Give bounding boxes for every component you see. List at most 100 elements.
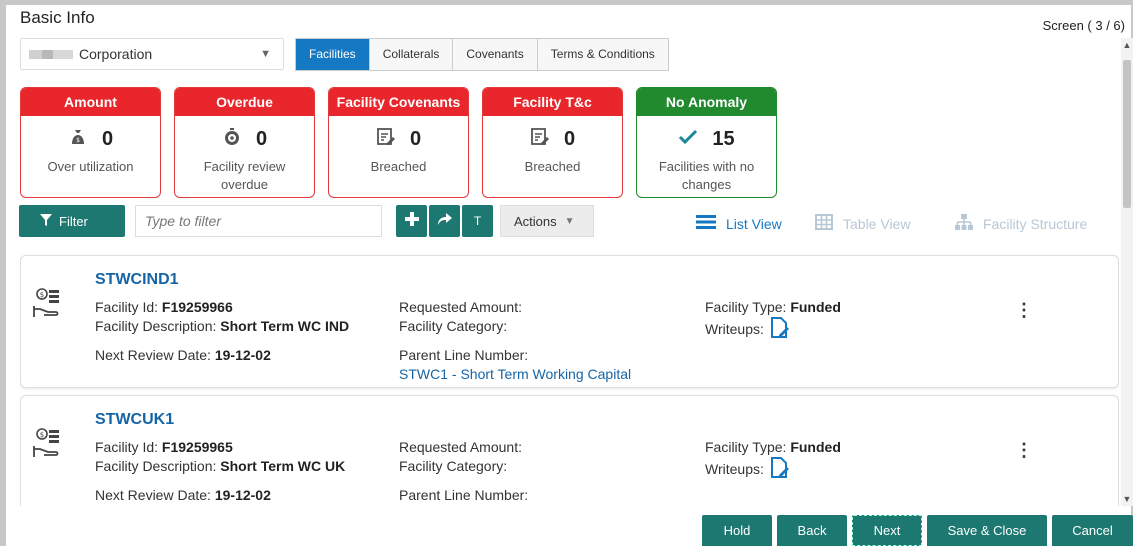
card-covenants-subtitle: Breached [370,159,427,174]
add-button[interactable] [396,205,427,237]
filter-input[interactable] [135,205,382,237]
actions-dropdown[interactable]: Actions ▼ [500,205,594,237]
window-top-border [0,0,1133,5]
card-overdue-count: 0 [255,127,268,150]
tab-bar: Facilities Collaterals Covenants Terms &… [295,38,669,71]
facility-type-label: Facility Type: [705,299,787,315]
facility-id-label: Facility Id: [95,299,159,315]
card-no-anomaly[interactable]: No Anomaly 15 Facilities with no changes [636,87,777,198]
writeups-label: Writeups: [705,321,764,338]
facility-type-value: Funded [790,299,841,315]
cancel-button[interactable]: Cancel [1052,515,1133,546]
facility-structure-label: Facility Structure [983,215,1088,232]
card-covenants-title: Facility Covenants [329,88,468,116]
check-icon [678,128,698,151]
hierarchy-icon [955,214,973,233]
requested-amount-label: Requested Amount: [399,439,522,455]
list-view-label: List View [726,215,782,232]
table-grid-icon [815,214,833,233]
facility-id-label: Facility Id: [95,439,159,455]
card-overdue[interactable]: Overdue 0 Facility review overdue [174,87,315,198]
facility-structure-toggle[interactable]: Facility Structure [955,214,1087,233]
facility-list: $ STWCIND1 Facility Id: F19259966 Facili… [20,252,1119,506]
table-view-toggle[interactable]: Table View [815,214,910,233]
money-hand-icon: $ [32,427,62,467]
plus-icon [404,210,420,233]
document-edit-icon [376,127,396,152]
card-amount-count: 0 [101,127,114,150]
scrollbar-thumb[interactable] [1123,60,1131,208]
card-amount-title: Amount [21,88,160,116]
writeup-edit-icon[interactable] [770,457,790,484]
stopwatch-icon [222,127,242,152]
card-amount[interactable]: Amount $ 0 Over utilization [20,87,161,198]
facility-desc-value: Short Term WC UK [220,458,346,474]
svg-text:$: $ [76,137,80,144]
scroll-down-icon[interactable]: ▼ [1121,494,1133,504]
funnel-icon [39,213,53,230]
facility-id-value: F19259965 [161,439,233,455]
party-select-value: Corporation [79,46,153,62]
parent-line-label: Parent Line Number: [399,347,529,363]
card-no-anomaly-count: 15 [712,127,735,150]
card-overdue-title: Overdue [175,88,314,116]
review-date-value: 19-12-02 [214,347,271,363]
share-arrow-icon [437,210,453,233]
facility-card[interactable]: $ STWCUK1 Facility Id: F19259965 Facilit… [20,395,1119,506]
card-no-anomaly-title: No Anomaly [637,88,776,116]
money-bag-icon: $ [68,127,88,152]
window-left-border [0,0,6,546]
parent-line-link[interactable]: STWC1 - Short Term Working Capital [399,365,631,384]
svg-text:$: $ [40,291,44,299]
facility-desc-label: Facility Description: [95,458,217,474]
redacted-name [29,49,73,59]
requested-amount-label: Requested Amount: [399,299,522,315]
card-facility-tc[interactable]: Facility T&c 0 Breached [482,87,623,198]
facility-category-label: Facility Category: [399,458,508,474]
table-view-label: Table View [843,215,911,232]
save-close-button[interactable]: Save & Close [927,515,1047,546]
t-button[interactable]: T [462,205,493,237]
list-icon [696,214,716,233]
facility-type-value: Funded [790,439,841,455]
filter-button[interactable]: Filter [19,205,125,237]
hold-button[interactable]: Hold [702,515,772,546]
writeup-edit-icon[interactable] [770,317,790,344]
facility-name[interactable]: STWCUK1 [95,411,174,429]
next-button[interactable]: Next [852,515,922,546]
card-amount-subtitle: Over utilization [47,159,134,174]
card-tc-subtitle: Breached [524,159,581,174]
party-select[interactable]: Corporation ▼ [20,38,284,70]
tab-collaterals[interactable]: Collaterals [369,39,454,70]
money-hand-icon: $ [32,287,62,327]
more-options-icon[interactable]: ⋮ [1015,440,1033,461]
card-covenants-count: 0 [409,127,422,150]
chevron-down-icon: ▼ [260,48,271,60]
facility-name[interactable]: STWCIND1 [95,271,179,289]
scroll-up-icon[interactable]: ▲ [1121,40,1133,50]
tab-facilities[interactable]: Facilities [296,39,370,70]
share-button[interactable] [429,205,460,237]
document-edit-icon [530,127,550,152]
screen-indicator: Screen ( 3 / 6) [1042,18,1125,33]
facility-card[interactable]: $ STWCIND1 Facility Id: F19259966 Facili… [20,255,1119,388]
review-date-label: Next Review Date: [95,487,211,503]
facility-desc-value: Short Term WC IND [220,318,350,334]
actions-label: Actions [514,213,557,229]
card-tc-title: Facility T&c [483,88,622,116]
filter-button-label: Filter [59,213,88,229]
card-overdue-subtitle: Facility review overdue [203,159,286,192]
vertical-scrollbar[interactable]: ▲ ▼ [1121,38,1133,506]
writeups-label: Writeups: [705,461,764,478]
card-facility-covenants[interactable]: Facility Covenants 0 Breached [328,87,469,198]
tab-terms-conditions[interactable]: Terms & Conditions [537,39,668,70]
page-title: Basic Info [20,8,95,27]
more-options-icon[interactable]: ⋮ [1015,300,1033,321]
facility-category-label: Facility Category: [399,318,508,334]
tab-covenants[interactable]: Covenants [453,39,538,70]
card-tc-count: 0 [563,127,576,150]
facility-id-value: F19259966 [161,299,233,315]
facility-desc-label: Facility Description: [95,318,217,334]
back-button[interactable]: Back [777,515,847,546]
list-view-toggle[interactable]: List View [696,214,782,233]
